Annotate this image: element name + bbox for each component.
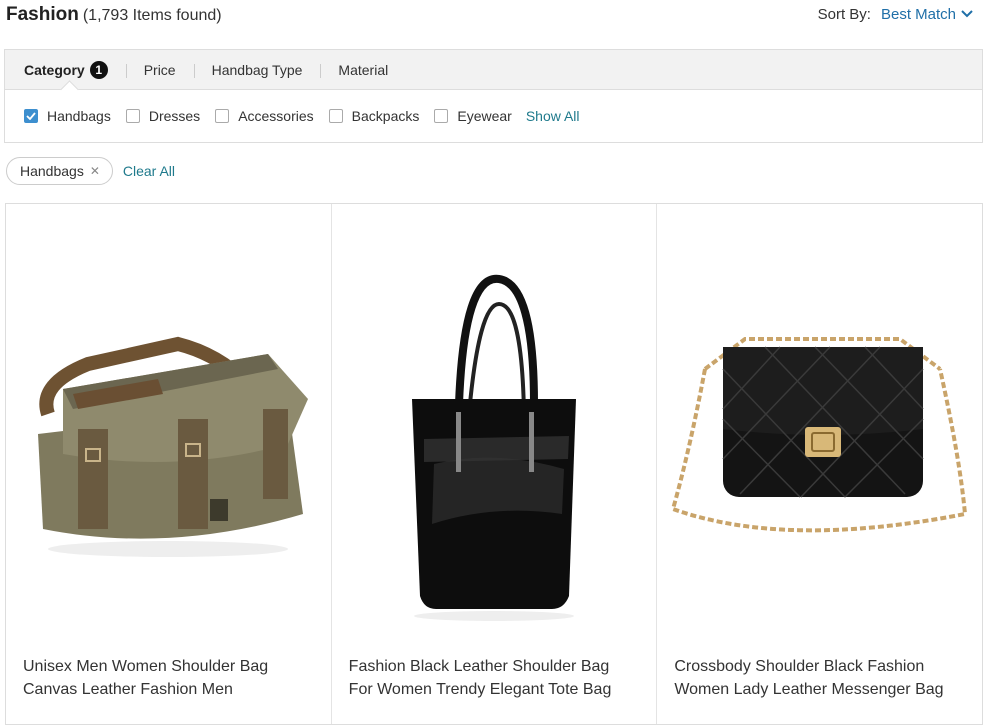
product-card[interactable]: Unisex Men Women Shoulder Bag Canvas Lea… <box>6 204 332 724</box>
page-title: Fashion <box>6 4 79 25</box>
tab-price[interactable]: Price <box>125 62 194 78</box>
sort-label: Sort By: <box>817 6 871 23</box>
option-label: Eyewear <box>457 108 512 124</box>
product-title-line: Fashion Black Leather Shoulder Bag <box>348 658 610 675</box>
filter-tabs: Category 1 Price Handbag Type Material <box>5 50 982 99</box>
product-title-line: Unisex Men Women Shoulder Bag <box>23 658 269 675</box>
close-icon[interactable]: ✕ <box>90 164 100 178</box>
product-card[interactable]: Crossbody Shoulder Black Fashion Women L… <box>657 204 982 724</box>
option-handbags[interactable]: Handbags <box>24 108 111 124</box>
product-title-line: Women Lady Leather Messenger Bag <box>674 681 944 698</box>
option-eyewear[interactable]: Eyewear <box>434 108 512 124</box>
option-label: Accessories <box>238 108 314 124</box>
results-header: Fashion (1,793 Items found) Sort By: Best… <box>6 4 980 30</box>
checkbox-accessories[interactable] <box>215 109 230 123</box>
option-dresses[interactable]: Dresses <box>125 108 201 124</box>
sort-value: Best Match <box>880 6 956 23</box>
option-label: Backpacks <box>351 108 420 124</box>
option-label: Dresses <box>148 108 201 124</box>
tab-category-label: Category <box>24 61 85 78</box>
filter-panel: Category 1 Price Handbag Type Material Ha… <box>4 49 983 143</box>
canvas-messenger-bag-image[interactable] <box>6 244 331 644</box>
filter-count-badge: 1 <box>89 60 108 79</box>
chevron-down-icon <box>960 6 974 23</box>
checkbox-handbags[interactable] <box>24 109 38 123</box>
filter-chip: Handbags ✕ <box>6 157 113 185</box>
tab-category[interactable]: Category 1 <box>24 60 126 79</box>
clear-all-link[interactable]: Clear All <box>123 163 175 179</box>
tab-material[interactable]: Material <box>320 62 406 78</box>
sort-dropdown[interactable]: Best Match <box>881 6 974 23</box>
product-title-line: For Women Trendy Elegant Tote Bag <box>348 681 612 698</box>
option-accessories[interactable]: Accessories <box>215 108 314 124</box>
black-leather-tote-image[interactable] <box>332 244 657 644</box>
product-grid: Unisex Men Women Shoulder Bag Canvas Lea… <box>5 203 983 725</box>
results-count: (1,793 Items found) <box>82 7 222 24</box>
option-backpacks[interactable]: Backpacks <box>328 108 420 124</box>
product-title-line: Canvas Leather Fashion Men <box>23 681 233 698</box>
quilted-chain-bag-image[interactable] <box>657 244 982 644</box>
filter-chip-label: Handbags <box>20 163 84 179</box>
sort-control: Sort By: Best Match <box>818 6 974 23</box>
checkbox-dresses[interactable] <box>125 109 140 123</box>
product-title[interactable]: Crossbody Shoulder Black Fashion Women L… <box>674 655 972 701</box>
product-title[interactable]: Fashion Black Leather Shoulder Bag For W… <box>349 655 647 701</box>
tab-handbag-type[interactable]: Handbag Type <box>193 62 321 78</box>
product-card[interactable]: Fashion Black Leather Shoulder Bag For W… <box>332 204 658 724</box>
product-title[interactable]: Unisex Men Women Shoulder Bag Canvas Lea… <box>23 655 321 701</box>
category-options: Handbags Dresses Accessories Backpacks E… <box>5 90 982 142</box>
show-all-link[interactable]: Show All <box>526 108 580 124</box>
product-title-line: Crossbody Shoulder Black Fashion <box>674 658 925 675</box>
active-filters: Handbags ✕ Clear All <box>6 157 175 185</box>
checkbox-eyewear[interactable] <box>434 109 449 123</box>
option-label: Handbags <box>47 108 111 124</box>
check-icon <box>26 112 36 120</box>
checkbox-backpacks[interactable] <box>328 109 343 123</box>
